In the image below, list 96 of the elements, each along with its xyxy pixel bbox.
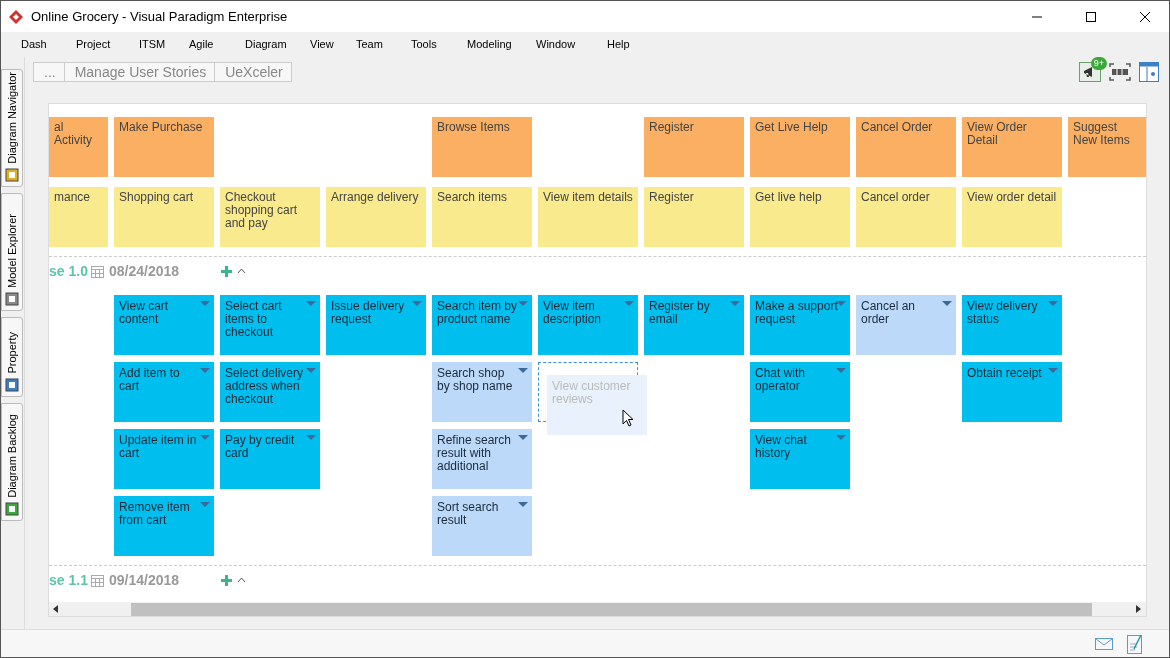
dropdown-arrow-icon[interactable] [518,301,528,306]
menu-item[interactable]: Dash [21,36,76,53]
panel-icon [5,378,19,392]
dropdown-arrow-icon[interactable] [518,502,528,507]
activity-card[interactable]: Browse Items [432,117,532,177]
dropdown-arrow-icon[interactable] [200,502,210,507]
dropdown-arrow-icon[interactable] [412,301,422,306]
dropdown-arrow-icon[interactable] [200,435,210,440]
breadcrumb-item[interactable]: UeXceler [214,62,292,82]
collapse-caret-icon[interactable] [237,268,246,274]
panel-icon [5,168,19,182]
panel-icon [5,502,19,516]
story-card[interactable]: Register by email [644,295,744,355]
dropdown-arrow-icon[interactable] [306,435,316,440]
dropdown-arrow-icon[interactable] [1048,301,1058,306]
activity-card[interactable]: Suggest New Items [1068,117,1146,177]
menu-item[interactable]: Modeling [467,36,536,53]
fit-width-icon[interactable] [1109,63,1131,81]
dropdown-arrow-icon[interactable] [306,301,316,306]
task-card[interactable]: Register [644,187,744,247]
breadcrumb-item[interactable]: Manage User Stories [63,62,216,82]
breadcrumb-item[interactable]: ... [33,62,65,82]
menu-item[interactable]: Window [536,36,607,53]
task-card[interactable]: Arrange delivery [326,187,426,247]
dropdown-arrow-icon[interactable] [200,301,210,306]
story-card[interactable]: Cancel an order [856,295,956,355]
story-card[interactable]: Chat with operator [750,362,850,422]
activity-card[interactable]: Cancel Order [856,117,956,177]
story-card[interactable]: View delivery status [962,295,1062,355]
side-panel-tab[interactable]: Diagram Backlog [1,403,23,521]
task-card[interactable]: View item details [538,187,638,247]
dropdown-arrow-icon[interactable] [518,368,528,373]
dropdown-arrow-icon[interactable] [624,301,634,306]
maximize-icon[interactable] [1085,10,1097,23]
activity-card[interactable]: View Order Detail [962,117,1062,177]
story-card[interactable]: Obtain receipt [962,362,1062,422]
dropdown-arrow-icon[interactable] [1048,368,1058,373]
story-card[interactable]: View chat history [750,429,850,489]
menu-item[interactable]: Team [356,36,411,53]
notification-badge: 9+ [1090,57,1107,70]
story-card[interactable]: Add item to cart [114,362,214,422]
menu-item[interactable]: Agile [189,36,245,53]
mouse-cursor-icon [622,409,634,427]
story-card[interactable]: Remove item from cart [114,496,214,556]
dropdown-arrow-icon[interactable] [200,368,210,373]
story-card[interactable]: Select delivery address when checkout [220,362,320,422]
task-card[interactable]: mance [49,187,108,247]
side-panel-tab[interactable]: Model Explorer [1,193,23,311]
dropdown-arrow-icon[interactable] [306,368,316,373]
panel-layout-icon[interactable] [1139,62,1159,82]
story-card[interactable]: Refine search result with additional [432,429,532,489]
task-card[interactable]: Checkout shopping cart and pay [220,187,320,247]
story-card[interactable]: Make a support request [750,295,850,355]
dropdown-arrow-icon[interactable] [730,301,740,306]
story-card[interactable]: View item description [538,295,638,355]
side-panel-tab[interactable]: Diagram Navigator [1,69,23,187]
task-card[interactable]: Search items [432,187,532,247]
menu-item[interactable]: ITSM [139,36,189,53]
menu-item[interactable]: Help [607,36,647,53]
story-card[interactable]: Issue delivery request [326,295,426,355]
activity-card[interactable]: Make Purchase [114,117,214,177]
story-card[interactable]: Select cart items to checkout [220,295,320,355]
story-card[interactable]: Sort search result [432,496,532,556]
side-panel-tab[interactable]: Property [1,317,23,397]
story-card[interactable]: Pay by credit card [220,429,320,489]
add-icon[interactable] [221,574,232,586]
dropdown-arrow-icon[interactable] [518,435,528,440]
dropdown-arrow-icon[interactable] [836,301,846,306]
activity-card[interactable]: al Activity [49,117,108,177]
activity-card[interactable]: Register [644,117,744,177]
activity-card[interactable]: Get Live Help [750,117,850,177]
panel-icon [5,292,19,306]
dropdown-arrow-icon[interactable] [942,301,952,306]
menu-item[interactable]: Tools [411,36,467,53]
story-card[interactable]: Search shop by shop name [432,362,532,422]
window-title: Online Grocery - Visual Paradigm Enterprise [31,7,288,26]
add-icon[interactable] [221,265,232,277]
app-logo-icon [9,9,23,24]
edit-document-icon[interactable] [1127,633,1143,654]
task-card[interactable]: View order detail [962,187,1062,247]
task-card[interactable]: Cancel order [856,187,956,247]
collapse-caret-icon[interactable] [237,577,246,583]
story-card[interactable]: Search item by product name [432,295,532,355]
menu-item[interactable]: Project [76,36,139,53]
task-card[interactable]: Shopping cart [114,187,214,247]
calendar-icon[interactable] [91,264,104,278]
menu-item[interactable]: View [310,36,356,53]
close-icon[interactable] [1139,10,1151,23]
dropdown-arrow-icon[interactable] [836,435,846,440]
task-card[interactable]: Get live help [750,187,850,247]
story-card[interactable]: View cart content [114,295,214,355]
dropdown-arrow-icon[interactable] [836,368,846,373]
mail-icon[interactable] [1095,637,1113,650]
menu-item[interactable]: Diagram [245,36,310,53]
story-card[interactable]: Update item in cart [114,429,214,489]
calendar-icon[interactable] [91,573,104,587]
